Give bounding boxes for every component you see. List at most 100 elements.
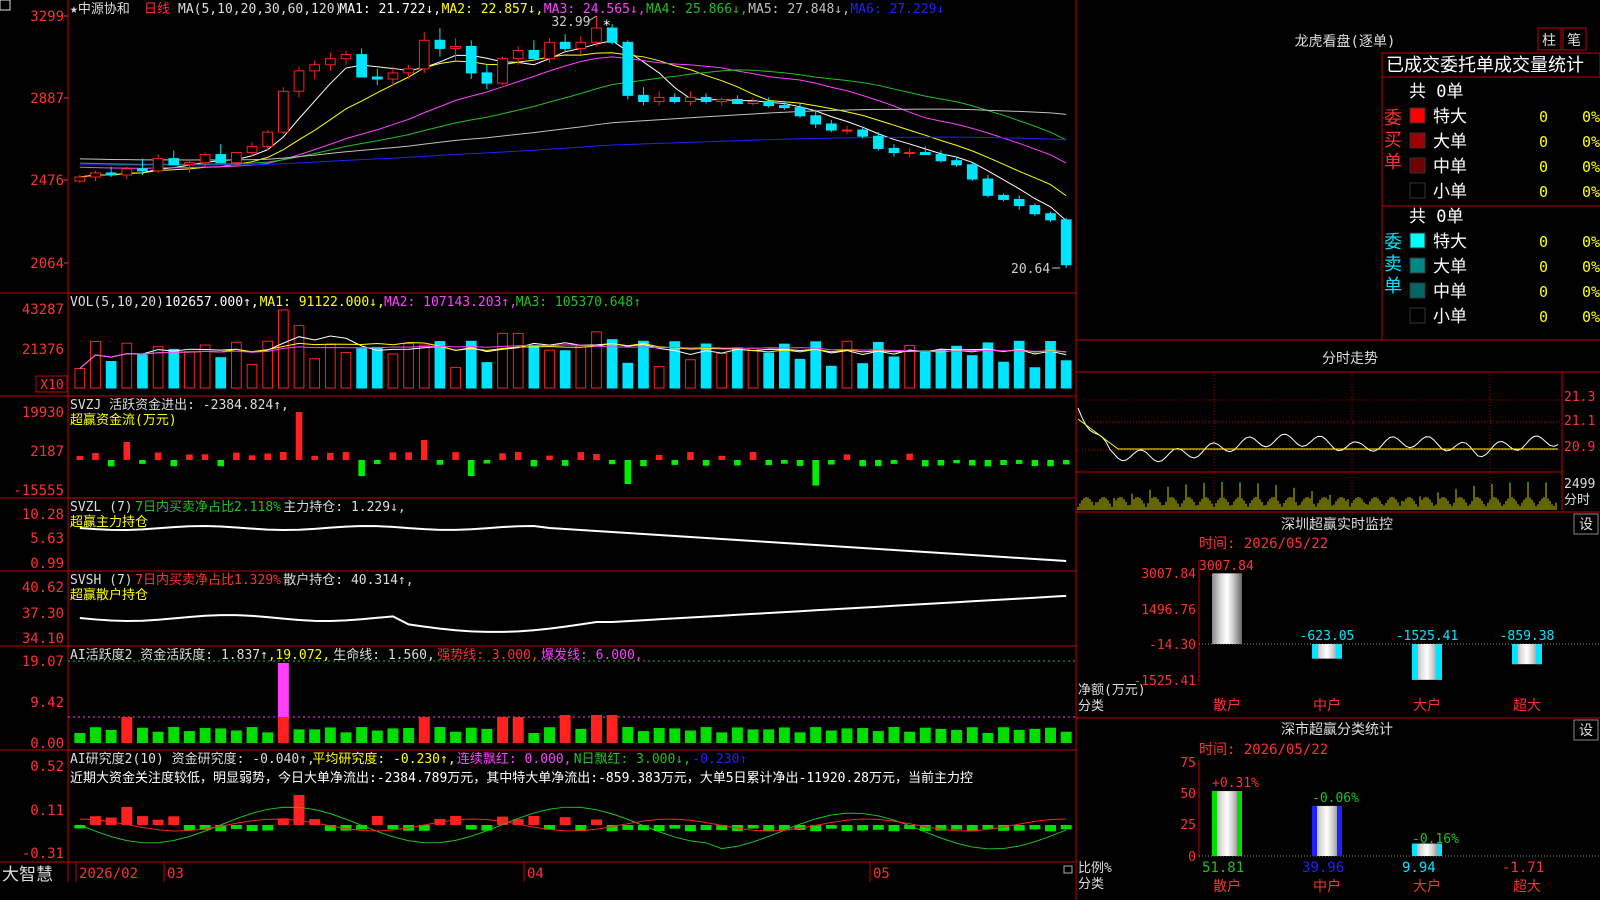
candle-body[interactable] <box>919 152 931 156</box>
volume-bar[interactable] <box>685 359 696 389</box>
volume-bar[interactable] <box>669 341 681 389</box>
candle-body[interactable] <box>403 68 414 74</box>
candle-body[interactable] <box>982 178 994 196</box>
candle-body[interactable] <box>1060 219 1072 266</box>
candle-body[interactable] <box>497 58 508 84</box>
volume-bar[interactable] <box>121 342 133 389</box>
candle-body[interactable] <box>262 131 274 147</box>
volume-bar[interactable] <box>544 349 555 389</box>
candle-body[interactable] <box>810 115 822 125</box>
volume-bar[interactable] <box>90 340 101 389</box>
volume-bar[interactable] <box>309 358 321 389</box>
candle-body[interactable] <box>246 145 258 154</box>
volume-bar[interactable] <box>387 353 399 389</box>
volume-bar[interactable] <box>998 361 1009 389</box>
volume-bar[interactable] <box>1013 340 1025 389</box>
candle-body[interactable] <box>841 129 853 132</box>
candle-body[interactable] <box>184 162 195 166</box>
candle-body[interactable] <box>779 105 790 109</box>
volume-bar[interactable] <box>716 352 728 389</box>
volume-bar[interactable] <box>559 350 571 389</box>
candle-body[interactable] <box>481 72 493 84</box>
volume-bar[interactable] <box>825 365 837 389</box>
candle-body[interactable] <box>105 172 117 176</box>
candle-body[interactable] <box>74 176 86 182</box>
candle-body[interactable] <box>152 158 164 172</box>
candle-body[interactable] <box>888 147 900 154</box>
volume-bar[interactable] <box>528 345 540 389</box>
candle-body[interactable] <box>653 96 665 102</box>
volume-bar[interactable] <box>591 331 602 389</box>
candle-body[interactable] <box>638 94 649 102</box>
candle-body[interactable] <box>450 45 461 49</box>
candle-body[interactable] <box>998 194 1009 200</box>
candle-body[interactable] <box>622 41 634 96</box>
volume-bar[interactable] <box>168 348 180 389</box>
candle-body[interactable] <box>356 54 367 78</box>
dragon-tab-label[interactable]: 柱 <box>1542 33 1556 49</box>
candle-body[interactable] <box>90 172 101 178</box>
volume-bar[interactable] <box>888 356 900 389</box>
volume-bar[interactable] <box>732 347 743 389</box>
volume-bar[interactable] <box>919 350 931 389</box>
candle-body[interactable] <box>121 168 133 176</box>
candle-body[interactable] <box>794 107 806 117</box>
volume-bar[interactable] <box>418 344 430 389</box>
candle-body[interactable] <box>215 154 227 164</box>
volume-bar[interactable] <box>74 368 86 389</box>
candle-body[interactable] <box>340 54 352 60</box>
volume-bar[interactable] <box>184 351 195 389</box>
candle-body[interactable] <box>935 154 947 162</box>
candle-body[interactable] <box>559 41 571 49</box>
candle-body[interactable] <box>309 64 321 72</box>
candle-body[interactable] <box>324 58 336 66</box>
volume-bar[interactable] <box>105 361 117 389</box>
candle-body[interactable] <box>747 100 759 105</box>
volume-bar[interactable] <box>293 325 305 389</box>
candle-body[interactable] <box>418 39 430 70</box>
volume-bar[interactable] <box>1060 360 1072 389</box>
candle-body[interactable] <box>1029 205 1041 215</box>
candle-body[interactable] <box>168 158 180 166</box>
candle-body[interactable] <box>528 49 540 60</box>
volume-bar[interactable] <box>638 340 649 389</box>
volume-bar[interactable] <box>481 362 493 389</box>
candle-body[interactable] <box>199 154 211 164</box>
volume-bar[interactable] <box>434 341 446 389</box>
candle-body[interactable] <box>575 41 587 49</box>
volume-bar[interactable] <box>747 347 759 389</box>
volume-bar[interactable] <box>935 349 947 389</box>
volume-bar[interactable] <box>857 363 868 389</box>
candle-body[interactable] <box>966 164 978 180</box>
volume-bar[interactable] <box>841 340 853 389</box>
candle-body[interactable] <box>1013 198 1025 207</box>
candle-body[interactable] <box>700 96 712 102</box>
volume-bar[interactable] <box>512 332 524 389</box>
candle-body[interactable] <box>904 152 915 155</box>
volume-bar[interactable] <box>356 348 367 389</box>
candle-body[interactable] <box>293 70 305 92</box>
candle-body[interactable] <box>857 129 868 137</box>
candle-body[interactable] <box>231 152 242 164</box>
candle-body[interactable] <box>951 160 962 166</box>
volume-bar[interactable] <box>966 355 978 389</box>
candle-body[interactable] <box>669 96 681 102</box>
candle-body[interactable] <box>825 123 837 131</box>
volume-bar[interactable] <box>622 362 634 389</box>
candle-body[interactable] <box>1045 213 1056 221</box>
volume-bar[interactable] <box>575 345 587 389</box>
candle-body[interactable] <box>465 45 477 74</box>
volume-bar[interactable] <box>215 357 227 389</box>
volume-bar[interactable] <box>497 332 508 389</box>
candle-body[interactable] <box>763 100 775 107</box>
volume-bar[interactable] <box>1045 341 1056 389</box>
candle-body[interactable] <box>591 27 602 43</box>
volume-bar[interactable] <box>653 366 665 389</box>
candle-body[interactable] <box>732 98 743 105</box>
volume-bar[interactable] <box>246 363 258 389</box>
volume-bar[interactable] <box>324 343 336 389</box>
volume-bar[interactable] <box>1029 367 1041 389</box>
candle-body[interactable] <box>512 49 524 60</box>
candle-body[interactable] <box>872 135 884 149</box>
volume-bar[interactable] <box>794 358 806 389</box>
